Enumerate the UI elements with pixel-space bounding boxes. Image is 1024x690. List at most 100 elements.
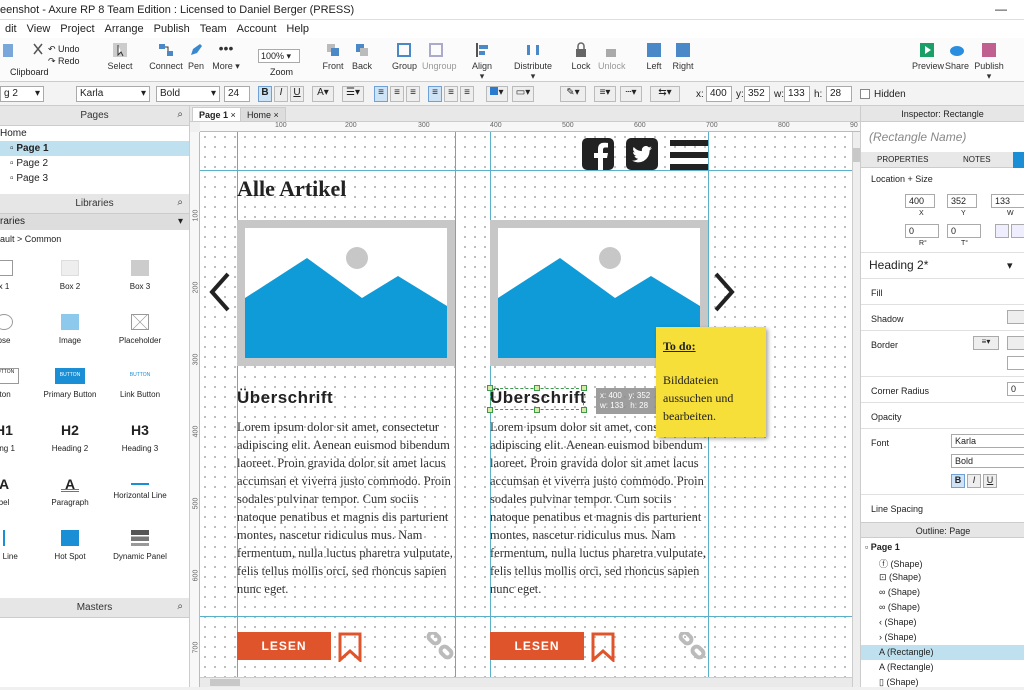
font-size-select[interactable]: 24 (224, 86, 250, 102)
tab-properties[interactable]: PROPERTIES (877, 155, 928, 164)
close-icon[interactable]: × (231, 110, 236, 120)
bold-button[interactable]: B (951, 474, 965, 488)
search-icon[interactable]: ⌕ (177, 197, 183, 208)
resize-handle[interactable] (581, 407, 587, 413)
sticky-note[interactable]: To do: Bilddateien aussuchen und bearbei… (656, 327, 766, 437)
library-link-button[interactable]: BUTTON Link Button (110, 368, 170, 399)
vertical-scrollbar[interactable] (852, 132, 860, 687)
chevron-down-icon[interactable]: ▾ (1007, 259, 1013, 272)
border-weight-button[interactable]: ≡▾ (973, 336, 999, 350)
flip-horizontal-icon[interactable] (995, 224, 1009, 238)
inspector-y-input[interactable]: 352 (947, 194, 977, 208)
menu-publish[interactable]: Publish (149, 20, 195, 35)
page-heading[interactable]: Alle Artikel (237, 176, 346, 202)
article-text-1[interactable]: Lorem ipsum dolor sit amet, consectetur … (237, 418, 455, 598)
font-color-button[interactable]: A▾ (312, 86, 334, 102)
line-weight-button[interactable]: ≡▾ (594, 86, 616, 102)
x-input[interactable]: 400 (706, 86, 732, 102)
border-color-button[interactable] (1007, 336, 1024, 350)
bookmark-icon[interactable] (338, 632, 362, 662)
preview-button[interactable]: Preview (912, 42, 944, 71)
outline-item[interactable]: › (Shape) (861, 630, 1024, 645)
library-label-widget[interactable]: Abel (0, 476, 34, 507)
outline-item[interactable]: ‹ (Shape) (861, 615, 1024, 630)
menu-edit[interactable]: dit (0, 20, 22, 35)
inspector-w-input[interactable]: 133 (991, 194, 1024, 208)
y-input[interactable]: 352 (744, 86, 770, 102)
outline-item[interactable]: ∞ (Shape) (861, 600, 1024, 615)
outline-item[interactable]: ⊡ (Shape) (861, 570, 1024, 585)
weight-select[interactable]: Bold ▾ (156, 86, 220, 102)
horizontal-scrollbar[interactable] (200, 677, 852, 687)
select-button[interactable]: Select (100, 42, 140, 71)
library-vertical-line[interactable]: cal Line (0, 530, 34, 561)
library-heading-1[interactable]: H1 ding 1 (0, 422, 34, 453)
outline-item[interactable]: A (Rectangle) (861, 660, 1024, 675)
close-icon[interactable]: × (274, 110, 279, 120)
underline-button[interactable]: U (290, 86, 304, 102)
arrow-style-button[interactable]: ⇆▾ (650, 86, 680, 102)
library-heading-3[interactable]: H3 Heading 3 (110, 422, 170, 453)
scroll-thumb[interactable] (210, 679, 240, 686)
ungroup-button[interactable]: Ungroup (422, 42, 457, 71)
library-box-3[interactable]: Box 3 (110, 260, 170, 291)
library-image[interactable]: Image (40, 314, 100, 345)
library-button[interactable]: BUTTON tton (0, 368, 34, 399)
page-home[interactable]: Home (0, 126, 189, 141)
line-color-button[interactable]: ✎▾ (560, 86, 586, 102)
share-button[interactable]: Share (944, 42, 970, 71)
library-dynamic-panel[interactable]: Dynamic Panel (110, 530, 170, 561)
minimize-icon[interactable]: — (995, 2, 1007, 16)
twitter-icon[interactable] (626, 138, 658, 170)
outline-item[interactable]: ⓕ (Shape) (861, 555, 1024, 570)
font-weight-select[interactable]: Bold (951, 454, 1024, 468)
scroll-thumb[interactable] (853, 148, 860, 162)
bookmark-icon[interactable] (591, 632, 615, 662)
undo-button[interactable]: ↶ Undo (48, 44, 80, 55)
hamburger-menu-icon[interactable] (670, 140, 708, 170)
distribute-button[interactable]: Distribute ▾ (514, 42, 552, 82)
corner-radius-input[interactable]: 0 (1007, 382, 1024, 396)
search-icon[interactable]: ⌕ (177, 601, 183, 612)
tab-page-1[interactable]: Page 1 × (192, 107, 243, 122)
underline-button[interactable]: U (983, 474, 997, 488)
text-rotation-input[interactable]: 0 (947, 224, 981, 238)
italic-button[interactable]: I (274, 86, 288, 102)
library-hot-spot[interactable]: Hot Spot (40, 530, 100, 561)
facebook-icon[interactable] (582, 138, 614, 170)
line-style-button[interactable]: ┄▾ (620, 86, 642, 102)
menu-project[interactable]: Project (55, 20, 99, 35)
font-select[interactable]: Karla ▾ (76, 86, 150, 102)
more-button[interactable]: ••• More ▾ (210, 41, 242, 72)
tab-notes[interactable]: NOTES (963, 155, 991, 164)
menu-arrange[interactable]: Arrange (100, 20, 149, 35)
outline-item[interactable]: ∞ (Shape) (861, 585, 1024, 600)
chevron-right-icon[interactable] (712, 272, 736, 312)
redo-button[interactable]: ↷ Redo (48, 56, 80, 67)
bullet-button[interactable]: ☰▾ (342, 86, 364, 102)
italic-button[interactable]: I (967, 474, 981, 488)
hidden-checkbox[interactable] (860, 89, 870, 99)
library-horizontal-line[interactable]: Horizontal Line (110, 476, 170, 500)
back-button[interactable]: Back (350, 42, 374, 71)
article-text-2[interactable]: Lorem ipsum dolor sit amet, consectetur … (490, 418, 708, 598)
chevron-left-icon[interactable] (208, 272, 232, 312)
article-image-1[interactable] (237, 220, 455, 366)
outline-root[interactable]: ▫ Page 1 (861, 540, 1024, 555)
lesen-button-1[interactable]: LESEN (237, 632, 331, 660)
library-box-1[interactable]: x 1 (0, 260, 34, 291)
inspector-x-input[interactable]: 400 (905, 194, 935, 208)
align-button[interactable]: Align ▾ (470, 42, 494, 82)
bold-button[interactable]: B (258, 86, 272, 102)
page-item-1[interactable]: ▫ Page 1 (0, 141, 189, 156)
pen-button[interactable]: Pen (184, 42, 208, 71)
w-input[interactable]: 133 (784, 86, 810, 102)
left-button[interactable]: Left (644, 42, 664, 71)
shadow-button[interactable] (1007, 310, 1024, 324)
shadow-button[interactable]: ▭▾ (512, 86, 534, 102)
link-icon[interactable] (678, 632, 706, 660)
cut-icon[interactable] (0, 42, 13, 61)
rectangle-name-input[interactable]: (Rectangle Name) (869, 130, 966, 144)
font-family-select[interactable]: Karla (951, 434, 1024, 448)
connect-button[interactable]: Connect (148, 42, 184, 71)
